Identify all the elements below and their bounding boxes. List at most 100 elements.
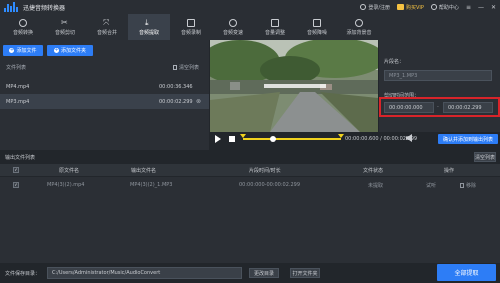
add-folder-button[interactable]: + 添加文件夹 bbox=[47, 45, 93, 56]
tab-label: 添加背景音 bbox=[346, 29, 372, 36]
adjust-icon bbox=[271, 18, 279, 27]
tab-audio-extract[interactable]: ⤓ 音频提取 bbox=[128, 14, 170, 40]
tab-audio-cut[interactable]: ✂ 音频剪切 bbox=[44, 14, 86, 40]
tab-audio-merge[interactable]: ⤧ 音频合并 bbox=[86, 14, 128, 40]
row-checkbox[interactable]: ✓ bbox=[13, 182, 19, 188]
denoise-icon bbox=[313, 18, 321, 27]
player-controls: 00:00:00.600 / 00:00:02.299 确认并添加到输出列表 bbox=[210, 132, 500, 146]
trash-icon bbox=[460, 183, 464, 188]
app-window: 迅捷音频转换器 登录/注册 购买VIP 帮助中心 ≡ — ✕ 音频转换 ✂ 音频… bbox=[0, 0, 500, 283]
remove-file-icon[interactable]: ⊗ bbox=[196, 98, 201, 105]
clip-name-label: 片段名： bbox=[384, 59, 405, 65]
footer-bar: 文件保存目录： C:/Users/Administrator/Music/Aud… bbox=[0, 263, 500, 283]
add-to-output-button[interactable]: 确认并添加到输出列表 bbox=[438, 134, 498, 144]
buy-vip-link[interactable]: 购买VIP bbox=[397, 4, 424, 11]
table-row: ✓ MP4(3)(2).mp4 MP4(3)(2)_1.MP3 00:00:00… bbox=[0, 177, 500, 193]
playhead-handle[interactable] bbox=[270, 136, 276, 142]
end-time-input[interactable]: 00:00:02.299 bbox=[443, 102, 493, 113]
tab-audio-convert[interactable]: 音频转换 bbox=[2, 14, 44, 40]
select-all-checkbox[interactable]: ✓ bbox=[13, 167, 19, 173]
start-marker-icon[interactable] bbox=[240, 134, 246, 138]
row-file-status: 未提取 bbox=[368, 183, 384, 189]
open-folder-button[interactable]: 打开文件夹 bbox=[290, 268, 320, 278]
user-icon bbox=[360, 4, 367, 10]
start-time-input[interactable]: 00:00:00.000 bbox=[384, 102, 434, 113]
speed-icon bbox=[229, 18, 237, 27]
add-file-button[interactable]: + 添加文件 bbox=[3, 45, 43, 56]
title-bar-actions: 登录/注册 购买VIP 帮助中心 ≡ — ✕ bbox=[360, 0, 496, 14]
save-path-input[interactable]: C:/Users/Administrator/Music/AudioConver… bbox=[47, 267, 242, 279]
progress-track[interactable] bbox=[243, 138, 341, 140]
menu-icon[interactable]: ≡ bbox=[466, 4, 471, 11]
clear-output-button[interactable]: 清空列表 bbox=[474, 152, 496, 162]
output-list-label: 输出文件列表 bbox=[5, 154, 36, 161]
clear-list-button[interactable]: 清空列表 bbox=[173, 64, 199, 71]
tab-label: 音量调整 bbox=[264, 29, 285, 36]
row-output-name: MP4(3)(2)_1.MP3 bbox=[130, 182, 173, 188]
add-file-label: 添加文件 bbox=[16, 48, 37, 54]
selection-range bbox=[243, 138, 341, 140]
login-label: 登录/注册 bbox=[368, 4, 390, 11]
video-frame bbox=[210, 40, 378, 132]
list-item[interactable]: MP3.mp4 00:00:02.299 ⊗ bbox=[0, 94, 209, 109]
help-icon bbox=[430, 4, 437, 10]
extract-all-label: 全部提取 bbox=[454, 270, 479, 277]
close-icon[interactable]: ✕ bbox=[491, 4, 496, 11]
help-center-link[interactable]: 帮助中心 bbox=[430, 4, 459, 11]
extract-all-button[interactable]: 全部提取 bbox=[437, 264, 496, 281]
clip-name-input[interactable]: MP3_1.MP3 bbox=[384, 70, 492, 81]
output-list-title: 输出文件列表 清空列表 bbox=[0, 150, 500, 164]
file-duration: 00:00:36.346 bbox=[159, 83, 193, 90]
row-source-name: MP4(3)(2).mp4 bbox=[47, 182, 85, 188]
refresh-icon bbox=[19, 18, 27, 27]
add-to-output-label: 确认并添加到输出列表 bbox=[442, 136, 493, 143]
col-clip-time: 片段时间/时长 bbox=[249, 168, 281, 174]
row-remove-button[interactable]: 移除 bbox=[460, 182, 476, 189]
list-item[interactable]: MP4.mp4 00:00:36.346 bbox=[0, 79, 209, 94]
music-icon bbox=[355, 18, 363, 27]
plus-icon: + bbox=[9, 47, 15, 53]
clip-settings-panel: 片段名： MP3_1.MP3 剪切时间范围： 00:00:00.000 - 00… bbox=[379, 40, 500, 132]
tab-add-bgm[interactable]: 添加背景音 bbox=[338, 14, 380, 40]
file-name: MP3.mp4 bbox=[6, 98, 30, 105]
change-dir-button[interactable]: 更改目录 bbox=[249, 268, 279, 278]
col-source-name: 原文件名 bbox=[59, 168, 80, 174]
trash-icon bbox=[173, 65, 177, 70]
file-duration: 00:00:02.299 bbox=[159, 98, 193, 105]
title-bar: 迅捷音频转换器 登录/注册 购买VIP 帮助中心 ≡ — ✕ bbox=[0, 0, 500, 14]
range-separator: - bbox=[437, 104, 439, 110]
plus-icon: + bbox=[53, 47, 59, 53]
tab-audio-speed[interactable]: 音频变速 bbox=[212, 14, 254, 40]
app-logo-icon bbox=[4, 2, 18, 12]
login-link[interactable]: 登录/注册 bbox=[360, 4, 390, 11]
app-title: 迅捷音频转换器 bbox=[23, 4, 66, 12]
save-path-value: C:/Users/Administrator/Music/AudioConver… bbox=[52, 270, 161, 276]
minimize-icon[interactable]: — bbox=[478, 4, 484, 11]
tab-audio-adjust[interactable]: 音量调整 bbox=[254, 14, 296, 40]
tab-label: 音频合并 bbox=[96, 29, 117, 36]
file-list-title: 文件列表 bbox=[6, 65, 27, 71]
row-preview-button[interactable]: 试听 bbox=[426, 182, 436, 189]
clear-output-label: 清空列表 bbox=[475, 154, 496, 161]
end-marker-icon[interactable] bbox=[338, 134, 344, 138]
tab-audio-record[interactable]: 音频录制 bbox=[170, 14, 212, 40]
add-folder-label: 添加文件夹 bbox=[60, 48, 86, 54]
clear-list-label: 清空列表 bbox=[179, 65, 200, 71]
help-label: 帮助中心 bbox=[438, 4, 459, 11]
download-icon: ⤓ bbox=[145, 17, 149, 27]
current-time: 00:00:00.600 bbox=[345, 136, 379, 142]
main-toolbar: 音频转换 ✂ 音频剪切 ⤧ 音频合并 ⤓ 音频提取 音频录制 音频变速 音量调整… bbox=[0, 14, 500, 40]
tab-audio-denoise[interactable]: 音频降噪 bbox=[296, 14, 338, 40]
tab-label: 音频转换 bbox=[12, 29, 33, 36]
play-icon[interactable] bbox=[215, 135, 221, 143]
tab-label: 音频降噪 bbox=[306, 29, 327, 36]
col-file-status: 文件状态 bbox=[363, 168, 384, 174]
file-list-header: 文件列表 清空列表 bbox=[0, 62, 209, 73]
open-folder-label: 打开文件夹 bbox=[292, 270, 318, 277]
change-dir-label: 更改目录 bbox=[253, 270, 274, 277]
tab-label: 音频变速 bbox=[222, 29, 243, 36]
file-list-panel: + 添加文件 + 添加文件夹 文件列表 清空列表 MP4.mp4 00:00:3… bbox=[0, 40, 209, 150]
stop-icon[interactable] bbox=[229, 136, 235, 142]
tab-label: 音频剪切 bbox=[54, 29, 75, 36]
record-icon bbox=[187, 18, 195, 27]
